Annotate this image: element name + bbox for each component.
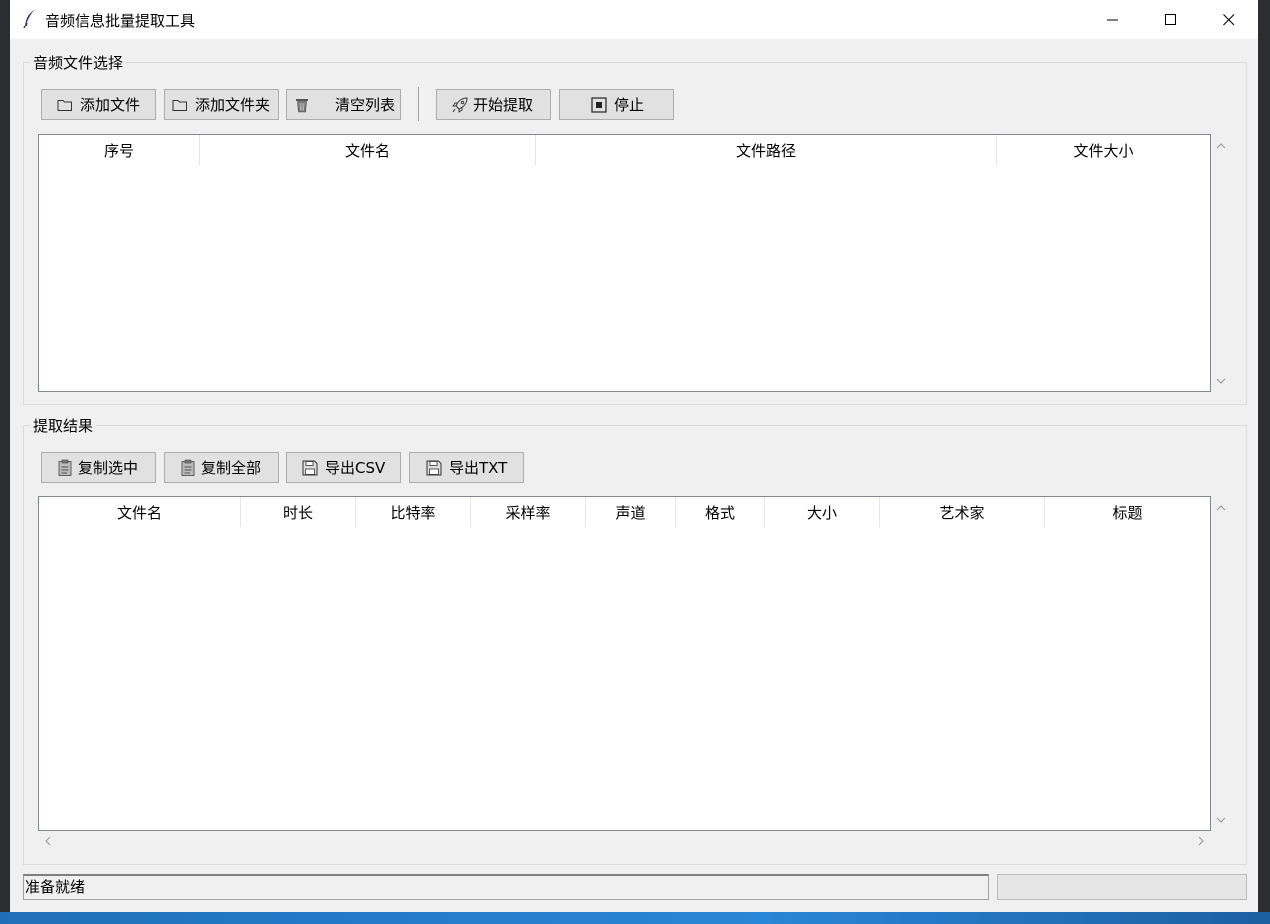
column-header-channels[interactable]: 声道 bbox=[586, 497, 676, 527]
result-table-header: 文件名 时长 比特率 采样率 声道 格式 大小 艺术家 标题 bbox=[39, 497, 1210, 527]
column-header-size[interactable]: 大小 bbox=[765, 497, 880, 527]
stop-icon bbox=[590, 96, 608, 114]
status-text: 准备就绪 bbox=[23, 874, 989, 900]
close-button[interactable] bbox=[1200, 0, 1258, 39]
title-bar: 音频信息批量提取工具 bbox=[10, 0, 1258, 39]
folder-icon bbox=[56, 96, 74, 114]
feather-icon bbox=[22, 9, 38, 29]
folder-icon bbox=[171, 96, 189, 114]
result-label: 提取结果 bbox=[30, 415, 97, 436]
column-header-bitrate[interactable]: 比特率 bbox=[356, 497, 471, 527]
chevron-up-icon[interactable] bbox=[1213, 138, 1229, 154]
toolbar-separator bbox=[418, 87, 419, 121]
close-icon bbox=[1223, 13, 1235, 26]
progress-bar bbox=[997, 874, 1247, 900]
chevron-down-icon[interactable] bbox=[1213, 812, 1229, 828]
maximize-icon bbox=[1165, 13, 1177, 26]
taskbar-strip bbox=[0, 912, 1270, 924]
add-file-button[interactable]: 添加文件 bbox=[41, 89, 156, 120]
chevron-left-icon[interactable] bbox=[40, 833, 56, 849]
trash-icon bbox=[293, 96, 311, 114]
file-list-table[interactable]: 序号 文件名 文件路径 文件大小 bbox=[38, 134, 1211, 392]
column-header-samplerate[interactable]: 采样率 bbox=[471, 497, 586, 527]
column-header-filepath[interactable]: 文件路径 bbox=[536, 135, 997, 165]
add-folder-button[interactable]: 添加文件夹 bbox=[164, 89, 279, 120]
chevron-up-icon[interactable] bbox=[1213, 500, 1229, 516]
floppy-disk-icon bbox=[301, 459, 319, 477]
window-title: 音频信息批量提取工具 bbox=[45, 12, 196, 30]
column-header-title[interactable]: 标题 bbox=[1045, 497, 1210, 527]
export-csv-button[interactable]: 导出CSV bbox=[286, 452, 401, 483]
column-header-index[interactable]: 序号 bbox=[39, 135, 200, 165]
stop-button[interactable]: 停止 bbox=[559, 89, 674, 120]
file-list-vertical-scrollbar[interactable] bbox=[1213, 134, 1229, 392]
column-header-duration[interactable]: 时长 bbox=[241, 497, 356, 527]
file-selection-label: 音频文件选择 bbox=[30, 52, 127, 73]
start-extract-button[interactable]: 开始提取 bbox=[436, 89, 551, 120]
result-horizontal-scrollbar[interactable] bbox=[38, 833, 1211, 849]
maximize-button[interactable] bbox=[1142, 0, 1200, 39]
rocket-icon bbox=[451, 96, 469, 114]
export-txt-button[interactable]: 导出TXT bbox=[409, 452, 524, 483]
floppy-disk-icon bbox=[425, 459, 443, 477]
desktop-background-left bbox=[0, 0, 10, 912]
column-header-format[interactable]: 格式 bbox=[676, 497, 765, 527]
column-header-filename[interactable]: 文件名 bbox=[39, 497, 241, 527]
minimize-icon bbox=[1107, 14, 1119, 26]
copy-all-button[interactable]: 复制全部 bbox=[164, 452, 279, 483]
clear-list-button[interactable]: 清空列表 bbox=[286, 89, 401, 120]
column-header-filename[interactable]: 文件名 bbox=[200, 135, 536, 165]
app-window: 音频信息批量提取工具 音频文件选择 添加文件 添加文件夹 清空列表 开始提取 停… bbox=[10, 0, 1258, 912]
column-header-filesize[interactable]: 文件大小 bbox=[997, 135, 1210, 165]
chevron-down-icon[interactable] bbox=[1213, 373, 1229, 389]
desktop-background-right bbox=[1258, 0, 1270, 912]
minimize-button[interactable] bbox=[1084, 0, 1142, 39]
clipboard-icon bbox=[179, 459, 197, 477]
result-vertical-scrollbar[interactable] bbox=[1213, 496, 1229, 831]
clipboard-icon bbox=[56, 459, 74, 477]
column-header-artist[interactable]: 艺术家 bbox=[880, 497, 1045, 527]
copy-selected-button[interactable]: 复制选中 bbox=[41, 452, 156, 483]
file-list-header: 序号 文件名 文件路径 文件大小 bbox=[39, 135, 1210, 165]
chevron-right-icon[interactable] bbox=[1193, 833, 1209, 849]
result-table[interactable]: 文件名 时长 比特率 采样率 声道 格式 大小 艺术家 标题 bbox=[38, 496, 1211, 831]
